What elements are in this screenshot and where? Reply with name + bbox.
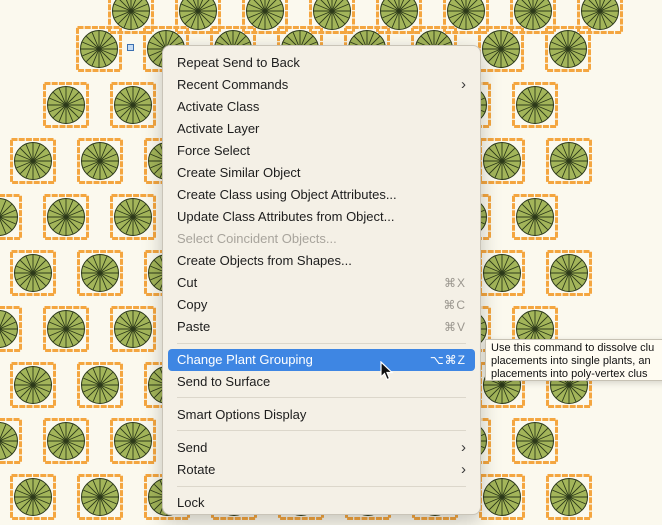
plant-symbol-icon[interactable] (479, 474, 525, 520)
menu-item-label: Send to Surface (177, 374, 271, 389)
menu-item[interactable]: Copy ⌘C (168, 294, 475, 316)
plant-symbol-icon[interactable] (10, 362, 56, 408)
menu-item-label: Paste (177, 319, 211, 334)
menu-item[interactable]: Change Plant Grouping ⌥⌘Z (168, 349, 475, 371)
menu-separator (177, 486, 466, 487)
plant-symbol-icon[interactable] (43, 194, 89, 240)
menu-item[interactable]: Activate Class (168, 96, 475, 118)
menu-item[interactable]: Recent Commands › (168, 74, 475, 96)
menu-item-shortcut: ⌥⌘Z (429, 353, 466, 367)
menu-item-label: Cut (177, 275, 198, 290)
plant-symbol-icon[interactable] (43, 306, 89, 352)
menu-item-label: Activate Class (177, 99, 260, 114)
plant-symbol-icon[interactable] (545, 26, 591, 72)
plant-symbol-icon[interactable] (0, 418, 22, 464)
plant-symbol-icon[interactable] (77, 138, 123, 184)
plant-symbol-icon[interactable] (10, 250, 56, 296)
plant-symbol-icon[interactable] (512, 194, 558, 240)
selection-handle[interactable] (127, 44, 134, 51)
menu-item-label: Update Class Attributes from Object... (177, 209, 395, 224)
menu-item-shortcut: ⌘V (443, 320, 466, 334)
menu-item-label: Create Objects from Shapes... (177, 253, 352, 268)
menu-item-label: Recent Commands (177, 77, 289, 92)
plant-symbol-icon[interactable] (0, 194, 22, 240)
tooltip-line-2: placements into single plants, an (491, 355, 651, 367)
menu-item[interactable]: Activate Layer (168, 118, 475, 140)
menu-item-label: Rotate (177, 462, 216, 477)
menu-item-label: Force Select (177, 143, 250, 158)
menu-item[interactable]: Force Select (168, 140, 475, 162)
menu-separator (177, 343, 466, 344)
plant-symbol-icon[interactable] (479, 138, 525, 184)
menu-item-label: Select Coincident Objects... (177, 231, 337, 246)
menu-item-shortcut: ⌘C (443, 298, 466, 312)
tooltip-line-1: Use this command to dissolve clu (491, 342, 655, 354)
plant-symbol-icon[interactable] (512, 418, 558, 464)
menu-item[interactable]: Repeat Send to Back (168, 52, 475, 74)
menu-item-shortcut: ⌘X (443, 276, 466, 290)
plant-symbol-icon[interactable] (110, 194, 156, 240)
menu-item[interactable]: Rotate › (168, 459, 475, 481)
menu-item[interactable]: Update Class Attributes from Object... (168, 206, 475, 228)
menu-item[interactable]: Send to Surface (168, 371, 475, 393)
plant-symbol-icon[interactable] (110, 418, 156, 464)
plant-symbol-icon[interactable] (77, 250, 123, 296)
menu-separator (177, 430, 466, 431)
menu-item[interactable]: Send › (168, 437, 475, 459)
plant-symbol-icon[interactable] (77, 474, 123, 520)
plant-symbol-icon[interactable] (546, 138, 592, 184)
plant-symbol-icon[interactable] (478, 26, 524, 72)
plant-symbol-icon[interactable] (10, 138, 56, 184)
arrow-cursor-icon (380, 361, 394, 381)
context-menu: Repeat Send to Back Recent Commands › Activ… (162, 45, 481, 515)
menu-item[interactable]: Create Objects from Shapes... (168, 250, 475, 272)
plant-symbol-icon[interactable] (110, 306, 156, 352)
menu-item-label: Activate Layer (177, 121, 260, 136)
plant-symbol-icon[interactable] (0, 306, 22, 352)
plant-symbol-icon[interactable] (479, 250, 525, 296)
chevron-right-icon: › (461, 76, 466, 93)
menu-item-label: Repeat Send to Back (177, 55, 300, 70)
plant-symbol-icon[interactable] (43, 82, 89, 128)
plant-symbol-icon[interactable] (10, 474, 56, 520)
menu-item[interactable]: Lock (168, 492, 475, 514)
plant-symbol-icon[interactable] (110, 82, 156, 128)
menu-item[interactable]: Smart Options Display (168, 404, 475, 426)
chevron-right-icon: › (461, 439, 466, 456)
plant-symbol-icon[interactable] (77, 362, 123, 408)
menu-item-label: Smart Options Display (177, 407, 307, 422)
menu-item[interactable]: Paste ⌘V (168, 316, 475, 338)
plant-symbol-icon[interactable] (546, 250, 592, 296)
plant-symbol-icon[interactable] (546, 474, 592, 520)
menu-item-label: Create Class using Object Attributes... (177, 187, 397, 202)
plant-symbol-icon[interactable] (43, 418, 89, 464)
chevron-right-icon: › (461, 461, 466, 478)
menu-separator (177, 397, 466, 398)
menu-item[interactable]: Create Class using Object Attributes... (168, 184, 475, 206)
menu-item-label: Lock (177, 495, 205, 510)
menu-item: Select Coincident Objects... (168, 228, 475, 250)
plant-symbol-icon[interactable] (76, 26, 122, 72)
menu-item-label: Copy (177, 297, 208, 312)
menu-item-label: Send (177, 440, 208, 455)
menu-item-label: Create Similar Object (177, 165, 301, 180)
tooltip-line-3: placements into poly-vertex clus (491, 368, 648, 380)
menu-item-label: Change Plant Grouping (177, 352, 313, 367)
tooltip: Use this command to dissolve clu placeme… (485, 339, 662, 381)
menu-item[interactable]: Create Similar Object (168, 162, 475, 184)
menu-item[interactable]: Cut ⌘X (168, 272, 475, 294)
plant-symbol-icon[interactable] (512, 82, 558, 128)
